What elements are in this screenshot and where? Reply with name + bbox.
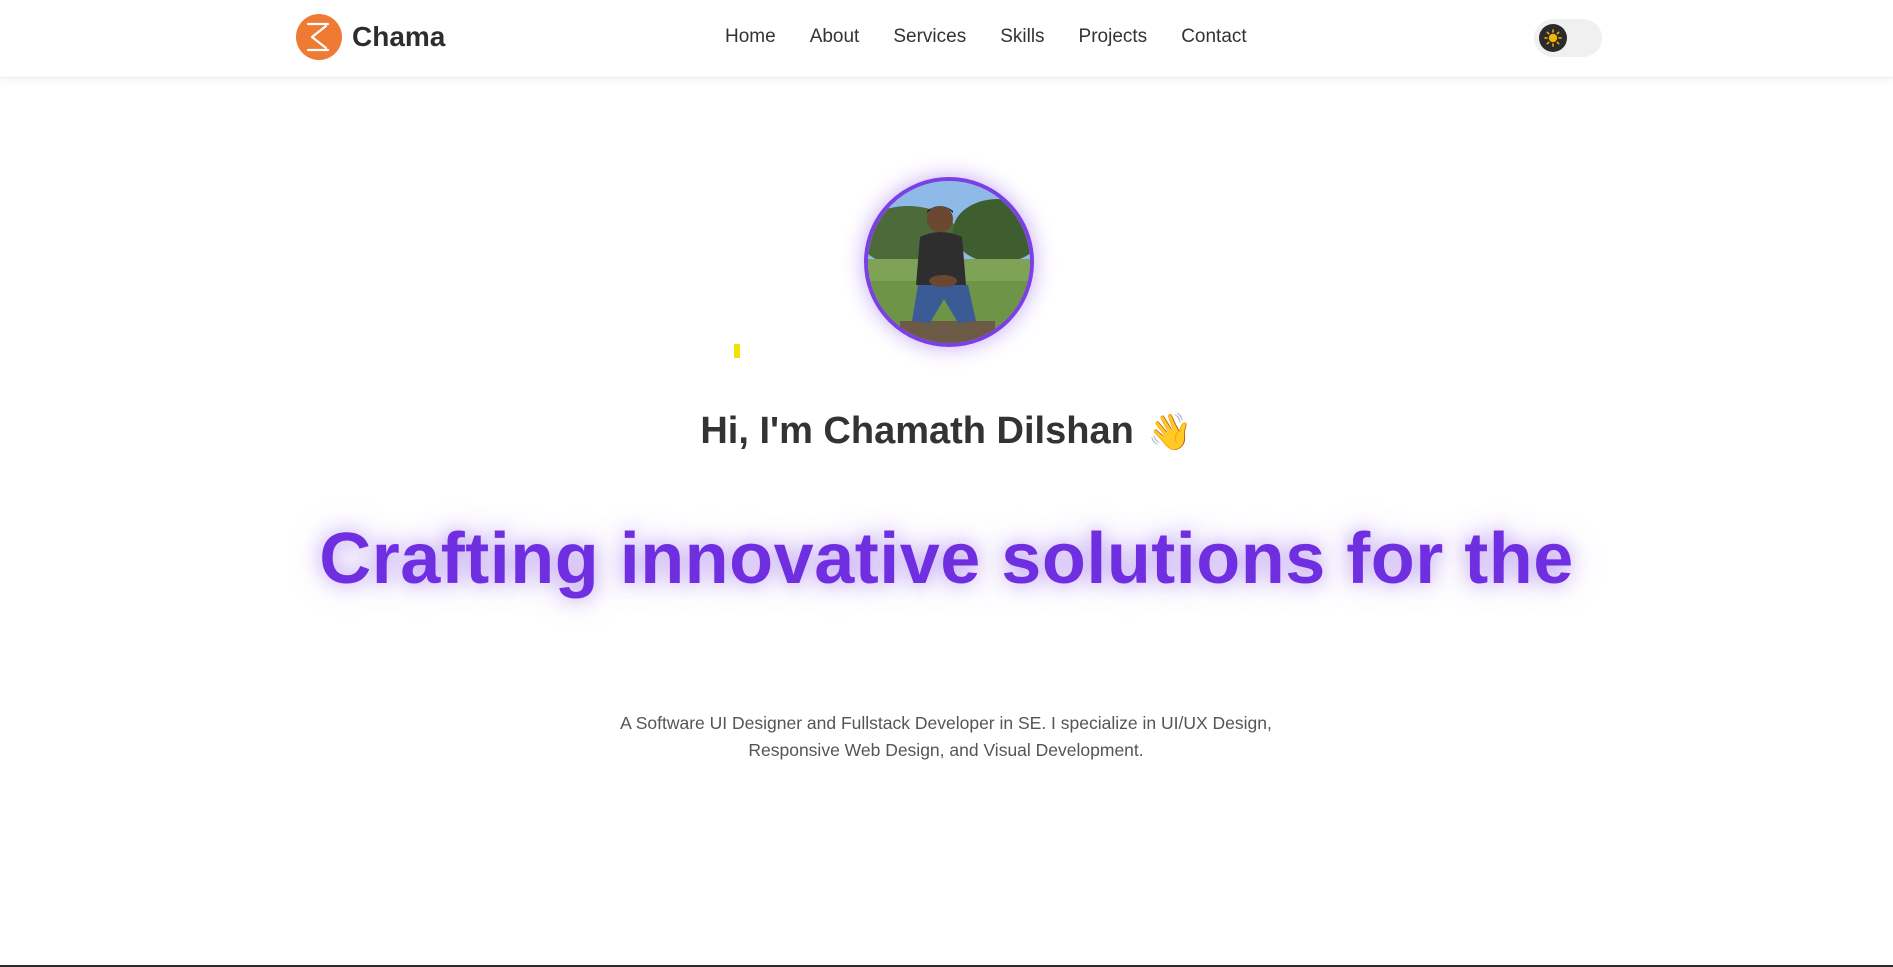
hero-headline: Crafting innovative solutions for the: [319, 519, 1574, 599]
nav-contact[interactable]: Contact: [1181, 24, 1246, 50]
nav-skills[interactable]: Skills: [1000, 24, 1044, 50]
logo-icon: [296, 14, 342, 60]
nav-home[interactable]: Home: [725, 24, 776, 50]
greeting-heading: Hi, I'm Chamath Dilshan 👋: [0, 410, 1893, 453]
brand-name: Chama: [352, 21, 446, 52]
navbar: Chama Home About Services Skills Project…: [0, 0, 1893, 78]
greeting-text: Hi, I'm Chamath Dilshan: [700, 410, 1134, 452]
brand-logo-link[interactable]: Chama: [296, 14, 445, 60]
nav-about[interactable]: About: [810, 24, 860, 50]
nav-links: Home About Services Skills Projects Cont…: [725, 24, 1247, 50]
nav-projects[interactable]: Projects: [1079, 24, 1148, 50]
text-cursor: [734, 344, 740, 358]
nav-services[interactable]: Services: [893, 24, 966, 50]
theme-toggle[interactable]: [1534, 19, 1602, 57]
profile-avatar: [864, 177, 1034, 347]
toggle-knob: [1539, 24, 1567, 52]
waving-hand-icon: 👋: [1147, 410, 1193, 452]
hero-description: A Software UI Designer and Fullstack Dev…: [620, 713, 1272, 760]
sun-icon: [1544, 29, 1562, 47]
